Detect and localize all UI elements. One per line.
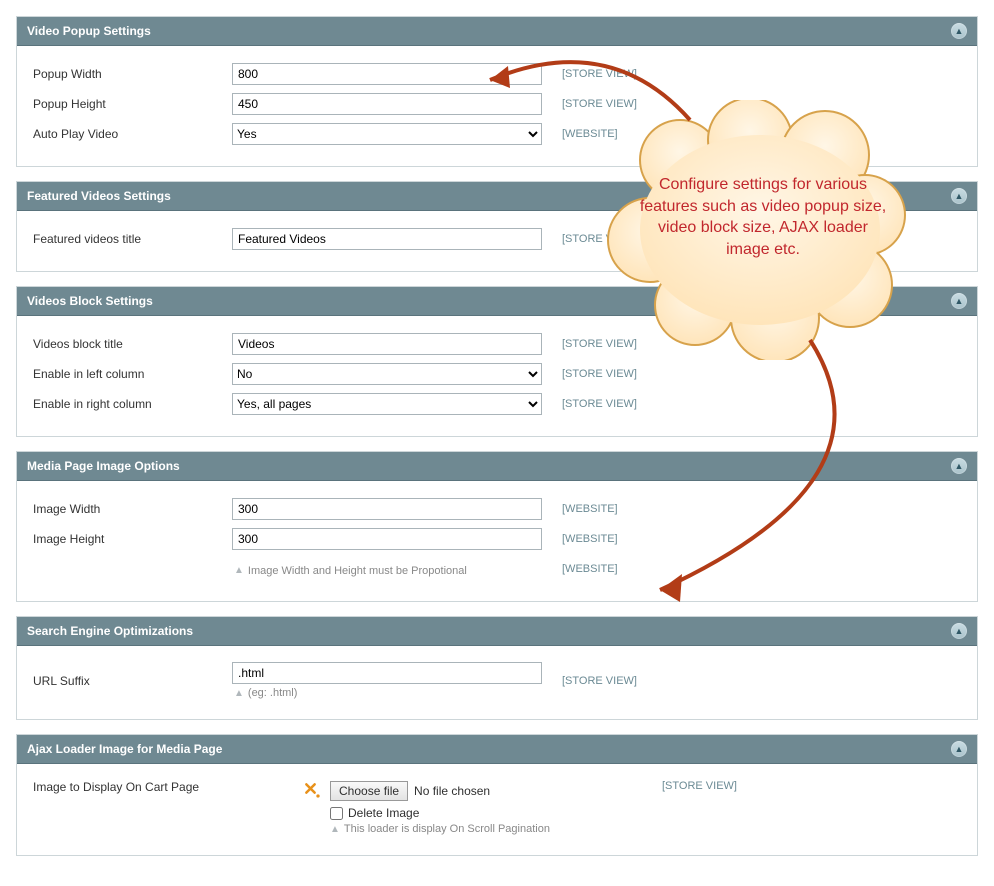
- section-body: Featured videos title [STORE VIEW]: [17, 211, 977, 271]
- section-title: Video Popup Settings: [27, 24, 151, 38]
- delete-image-checkbox[interactable]: [330, 807, 343, 820]
- arrow-to-popup-icon: [470, 40, 700, 150]
- enable-left-select[interactable]: No: [232, 363, 542, 385]
- note-eg-html: ▲(eg: .html): [232, 687, 552, 699]
- triangle-icon: ▲: [330, 824, 340, 835]
- image-height-input[interactable]: [232, 528, 542, 550]
- note-loader: ▲This loader is display On Scroll Pagina…: [302, 823, 652, 835]
- file-status: No file chosen: [414, 784, 490, 798]
- label-image-display: Image to Display On Cart Page: [27, 780, 302, 794]
- collapse-icon[interactable]: ▲: [951, 23, 967, 39]
- block-title-input[interactable]: [232, 333, 542, 355]
- section-body: Image to Display On Cart Page Choose fil…: [17, 764, 977, 855]
- scope-label: [STORE VIEW]: [652, 780, 772, 792]
- section-header[interactable]: Search Engine Optimizations ▲: [17, 617, 977, 646]
- label-enable-left: Enable in left column: [27, 367, 232, 381]
- section-header[interactable]: Ajax Loader Image for Media Page ▲: [17, 735, 977, 764]
- collapse-icon[interactable]: ▲: [951, 458, 967, 474]
- section-ajax-loader: Ajax Loader Image for Media Page ▲ Image…: [16, 734, 978, 856]
- enable-right-select[interactable]: Yes, all pages: [232, 393, 542, 415]
- label-popup-width: Popup Width: [27, 67, 232, 81]
- section-body: URL Suffix ▲(eg: .html) [STORE VIEW]: [17, 646, 977, 719]
- label-autoplay: Auto Play Video: [27, 127, 232, 141]
- note-proportional: ▲Image Width and Height must be Propotio…: [232, 565, 552, 577]
- label-image-height: Image Height: [27, 532, 232, 546]
- collapse-icon[interactable]: ▲: [951, 293, 967, 309]
- delete-image-label: Delete Image: [348, 806, 419, 820]
- scope-label: [STORE VIEW]: [552, 233, 672, 245]
- triangle-icon: ▲: [234, 688, 244, 699]
- section-title: Featured Videos Settings: [27, 189, 171, 203]
- section-title: Videos Block Settings: [27, 294, 153, 308]
- label-popup-height: Popup Height: [27, 97, 232, 111]
- label-block-title: Videos block title: [27, 337, 232, 351]
- section-header[interactable]: Videos Block Settings ▲: [17, 287, 977, 316]
- label-featured-title: Featured videos title: [27, 232, 232, 246]
- featured-title-input[interactable]: [232, 228, 542, 250]
- scope-label: [STORE VIEW]: [552, 675, 672, 687]
- loader-thumbnail-icon: [302, 780, 324, 802]
- collapse-icon[interactable]: ▲: [951, 188, 967, 204]
- label-url-suffix: URL Suffix: [27, 674, 232, 688]
- section-featured-videos: Featured Videos Settings ▲ Featured vide…: [16, 181, 978, 272]
- collapse-icon[interactable]: ▲: [951, 741, 967, 757]
- section-seo: Search Engine Optimizations ▲ URL Suffix…: [16, 616, 978, 720]
- arrow-to-seo-icon: [620, 330, 900, 610]
- section-header[interactable]: Featured Videos Settings ▲: [17, 182, 977, 211]
- label-image-width: Image Width: [27, 502, 232, 516]
- section-title: Ajax Loader Image for Media Page: [27, 742, 222, 756]
- triangle-icon: ▲: [234, 565, 244, 576]
- choose-file-button[interactable]: Choose file: [330, 781, 408, 801]
- url-suffix-input[interactable]: [232, 662, 542, 684]
- image-width-input[interactable]: [232, 498, 542, 520]
- collapse-icon[interactable]: ▲: [951, 623, 967, 639]
- section-title: Search Engine Optimizations: [27, 624, 193, 638]
- section-title: Media Page Image Options: [27, 459, 180, 473]
- label-enable-right: Enable in right column: [27, 397, 232, 411]
